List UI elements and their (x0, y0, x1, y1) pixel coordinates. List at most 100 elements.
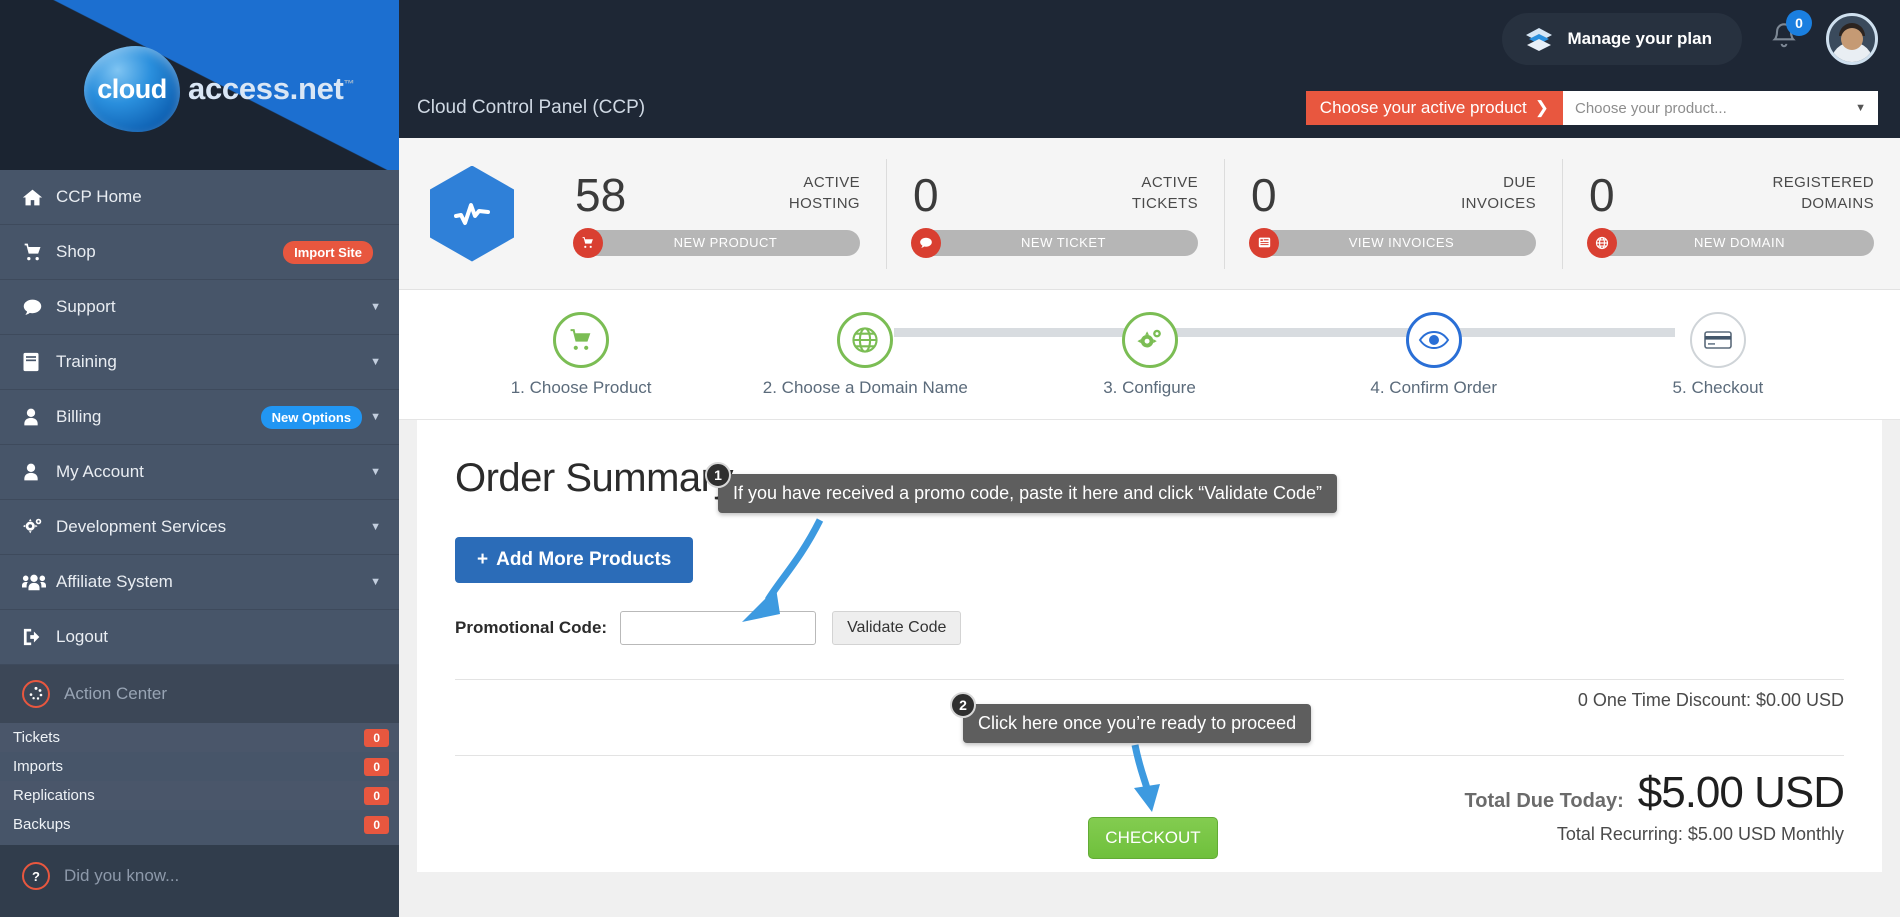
checkout-stepper: 1. Choose Product 2. Choose a Domain Nam… (399, 290, 1900, 420)
logo-primary-text: cloud (97, 73, 167, 104)
sidebar-item-label: Shop (56, 242, 96, 261)
sidebar-item-action-center[interactable]: Action Center (0, 665, 399, 723)
globe-icon (837, 311, 894, 368)
sidebar-filler (0, 907, 399, 917)
stat-caption-line2: DOMAINS (1801, 194, 1874, 212)
sidebar-item-my-account[interactable]: My Account ▼ (0, 445, 399, 500)
product-selector: Choose your active product ❯ Choose your… (1305, 91, 1878, 125)
sidebar-item-affiliate-system[interactable]: Affiliate System ▼ (0, 555, 399, 610)
cart-icon (22, 242, 56, 262)
stat-caption-line2: INVOICES (1461, 194, 1536, 212)
stat-number: 0 (1589, 168, 1615, 221)
checkout-button[interactable]: CHECKOUT (1088, 817, 1218, 859)
annotation-badge-2: 2 (950, 692, 976, 718)
product-select-value: Choose your product... (1575, 99, 1727, 117)
chevron-down-icon[interactable]: ▼ (370, 521, 381, 533)
stat-caption-line2: HOSTING (788, 194, 860, 212)
step-checkout[interactable]: 5. Checkout (1576, 311, 1860, 398)
chevron-down-icon[interactable]: ▼ (370, 356, 381, 368)
step-choose-domain[interactable]: 2. Choose a Domain Name (723, 311, 1007, 398)
sidebar-item-shop[interactable]: Shop Import Site (0, 225, 399, 280)
step-configure[interactable]: 3. Configure (1007, 311, 1291, 398)
view-invoices-button[interactable]: VIEW INVOICES (1249, 227, 1536, 258)
counter-row-imports[interactable]: Imports 0 (0, 752, 399, 781)
list-icon (1249, 227, 1279, 258)
sidebar-item-support[interactable]: Support ▼ (0, 280, 399, 335)
summary-divider-bottom (455, 755, 1844, 756)
chevron-down-icon[interactable]: ▼ (370, 411, 381, 423)
credit-card-icon (1689, 311, 1746, 368)
new-product-button[interactable]: NEW PRODUCT (573, 227, 860, 258)
new-ticket-button[interactable]: NEW TICKET (911, 227, 1198, 258)
stat-registered-domains: 0 REGISTERED DOMAINS NEW DOMAIN (1563, 159, 1900, 269)
step-confirm-order[interactable]: 4. Confirm Order (1292, 311, 1576, 398)
counter-badge: 0 (364, 786, 389, 805)
main-area: Manage your plan 0 Cloud Control Panel (… (399, 0, 1900, 917)
stat-caption: ACTIVE HOSTING (789, 172, 860, 214)
pulse-icon (430, 165, 514, 262)
avatar[interactable] (1826, 13, 1878, 65)
import-site-badge[interactable]: Import Site (283, 240, 373, 264)
logo-trademark: ™ (343, 78, 355, 91)
stat-caption: DUE INVOICES (1461, 172, 1536, 214)
cart-icon (573, 227, 603, 258)
step-choose-product[interactable]: 1. Choose Product (439, 311, 723, 398)
book-icon (22, 352, 56, 372)
validate-code-button[interactable]: Validate Code (832, 611, 962, 645)
sidebar-item-logout[interactable]: Logout (0, 610, 399, 665)
logo-secondary-text: access.net™ (188, 71, 355, 107)
add-more-products-button[interactable]: + Add More Products (455, 537, 694, 583)
stat-caption-line1: ACTIVE (803, 173, 860, 191)
users-icon (22, 572, 56, 592)
stat-number: 0 (1251, 168, 1277, 221)
stat-active-tickets: 0 ACTIVE TICKETS NEW TICKET (887, 158, 1225, 269)
add-more-products-label: Add More Products (496, 549, 672, 570)
sidebar-item-label: Training (56, 352, 117, 371)
product-select-dropdown[interactable]: Choose your product... ▼ (1563, 91, 1878, 125)
question-circle-icon: ? (22, 862, 50, 890)
stat-active-hosting: 58 ACTIVE HOSTING NEW PRODUCT (549, 158, 887, 269)
choose-active-product-label: Choose your active product (1319, 98, 1527, 117)
new-options-badge[interactable]: New Options (260, 405, 363, 429)
counter-badge: 0 (364, 728, 389, 747)
brand-logo[interactable]: cloud access.net™ (84, 46, 355, 132)
new-domain-button[interactable]: NEW DOMAIN (1587, 227, 1874, 258)
page-title: Cloud Control Panel (CCP) (417, 97, 646, 118)
annotation-tooltip-1: If you have received a promo code, paste… (718, 474, 1337, 513)
counter-row-backups[interactable]: Backups 0 (0, 810, 399, 839)
sidebar-item-billing[interactable]: Billing New Options ▼ (0, 390, 399, 445)
stat-caption-line1: REGISTERED (1772, 173, 1874, 191)
sidebar-item-training[interactable]: Training ▼ (0, 335, 399, 390)
chevron-down-icon[interactable]: ▼ (370, 576, 381, 588)
sidebar-item-label: Development Services (56, 517, 227, 536)
notification-count-badge: 0 (1786, 9, 1812, 36)
spinner-circle-icon (22, 680, 50, 708)
chevron-down-icon[interactable]: ▼ (370, 466, 381, 478)
choose-active-product-button[interactable]: Choose your active product ❯ (1305, 91, 1563, 125)
manage-plan-button[interactable]: Manage your plan (1502, 13, 1742, 65)
notifications-button[interactable]: 0 (1770, 9, 1812, 57)
stat-button-label: NEW DOMAIN (1694, 235, 1785, 250)
stat-caption: ACTIVE TICKETS (1132, 172, 1198, 214)
home-icon (22, 187, 56, 208)
sidebar: cloud access.net™ CCP Home Shop Import S… (0, 0, 399, 917)
gears-icon (22, 516, 56, 538)
total-due-value: $5.00 USD (1637, 768, 1845, 817)
sidebar-item-ccp-home[interactable]: CCP Home (0, 170, 399, 225)
sidebar-item-did-you-know[interactable]: ? Did you know... (0, 845, 399, 907)
stats-list: 58 ACTIVE HOSTING NEW PRODUCT 0 ACTIVE T… (549, 158, 1900, 269)
stat-caption: REGISTERED DOMAINS (1772, 172, 1874, 214)
counter-row-replications[interactable]: Replications 0 (0, 781, 399, 810)
chevron-down-icon[interactable]: ▼ (370, 301, 381, 313)
counter-row-tickets[interactable]: Tickets 0 (0, 723, 399, 752)
stepper-steps: 1. Choose Product 2. Choose a Domain Nam… (399, 311, 1900, 398)
did-you-know-label: Did you know... (64, 866, 180, 885)
cloud-blob-icon: cloud (84, 46, 180, 132)
sidebar-item-label: Support (56, 297, 116, 316)
sidebar-item-label: Logout (56, 627, 108, 646)
promotional-code-input[interactable] (620, 611, 817, 645)
chat-icon (911, 227, 941, 258)
sidebar-item-label: Affiliate System (56, 572, 173, 591)
sidebar-item-development-services[interactable]: Development Services ▼ (0, 500, 399, 555)
hexagon-badge (423, 159, 521, 269)
